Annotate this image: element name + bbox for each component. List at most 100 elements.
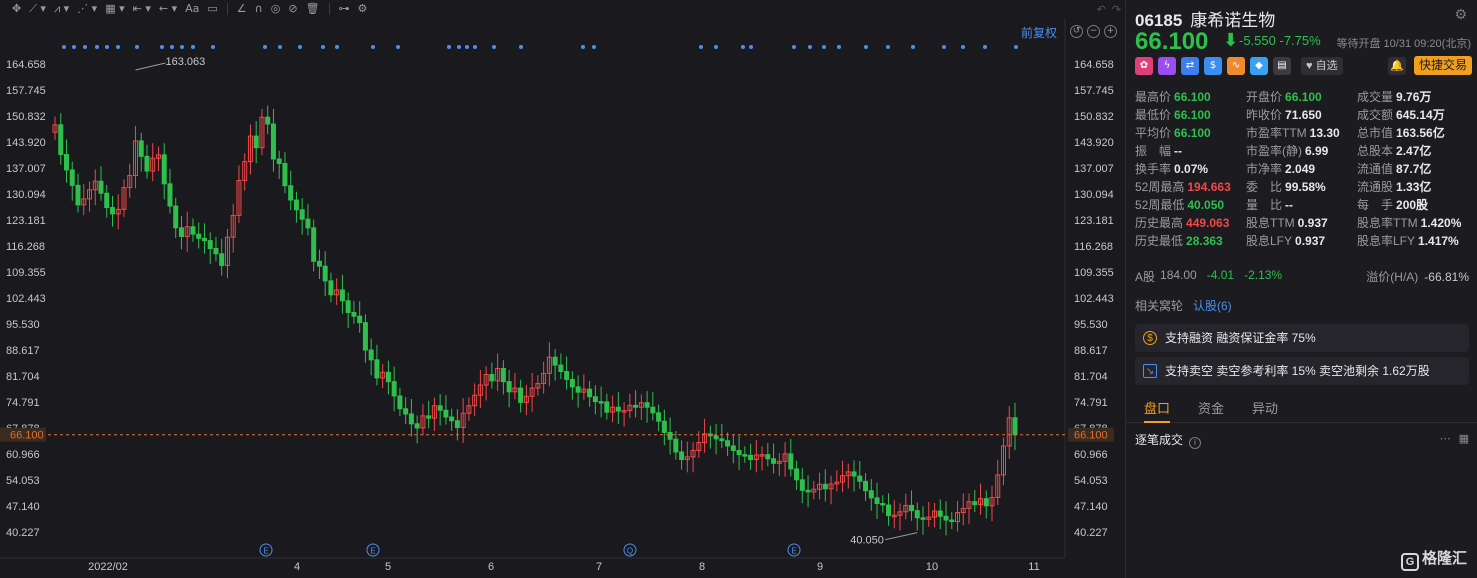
logo-icon: G <box>1400 553 1419 571</box>
gear-icon[interactable]: ⚙ <box>1454 6 1467 23</box>
candle-body <box>851 471 857 477</box>
event-dot <box>396 45 400 49</box>
event-dot <box>83 45 87 49</box>
tab-capital[interactable]: 资金 <box>1198 395 1224 422</box>
candle-body <box>794 468 800 481</box>
candle-body <box>104 192 110 209</box>
change-pct: -7.75% <box>1279 33 1321 48</box>
line-tool-icon[interactable]: ⟋ ▾ <box>25 0 50 18</box>
candle-body <box>403 408 409 415</box>
comment-tool-icon[interactable]: ▭ <box>203 0 221 18</box>
y-tick-label: 143.920 <box>1074 137 1114 149</box>
trash-icon[interactable]: 🗑 <box>302 0 324 18</box>
settings-icon[interactable]: ⚙ <box>354 0 372 18</box>
warrants-link[interactable]: 认股(6) <box>1193 299 1232 313</box>
add-favorite-button[interactable]: ♥ 自选 <box>1301 57 1343 75</box>
text-tool-icon[interactable]: Aa <box>181 0 203 18</box>
tab-orderbook[interactable]: 盘口 <box>1144 395 1171 423</box>
candle-body <box>615 406 621 412</box>
candle-body <box>569 378 575 388</box>
a-share-label: A股 <box>1135 270 1156 284</box>
grid-icon[interactable]: ▦ <box>1459 432 1469 445</box>
pen-icon[interactable]: ∠ <box>233 0 251 18</box>
candle-body <box>190 226 196 235</box>
tick-trades-title: 逐笔成交 i <box>1135 431 1202 449</box>
info-icon[interactable]: i <box>1189 437 1202 449</box>
short-card[interactable]: ↘ 支持卖空 卖空参考利率 15% 卖空池剩余 1.62万股 <box>1135 357 1469 385</box>
measure-tool-icon[interactable]: ⇤ ▾ <box>129 0 155 18</box>
y-tick-label: 88.617 <box>6 345 40 357</box>
lightning-icon[interactable]: ϟ <box>1158 57 1176 75</box>
premium: 溢价(H/A) -66.81% <box>1366 268 1469 285</box>
a-share-row[interactable]: A股 184.00 -4.01 -2.13% 溢价(H/A) -66.81% <box>1135 268 1469 285</box>
bell-icon[interactable]: 🔔 <box>1388 57 1406 75</box>
redo-icon[interactable]: ↷ <box>1112 3 1121 16</box>
fib-tool-icon[interactable]: ▦ ▾ <box>101 0 128 18</box>
tick-title-text: 逐笔成交 <box>1135 433 1184 447</box>
wave-tool-icon[interactable]: ⋰ ▾ <box>73 0 101 18</box>
y-tick-label: 123.181 <box>6 215 46 227</box>
stat-value: -- <box>1174 144 1183 158</box>
tag-icon[interactable]: ◆ <box>1250 57 1268 75</box>
dollar-icon[interactable]: $ <box>1204 57 1222 75</box>
adjust-mode-button[interactable]: 前复权 <box>1021 24 1057 41</box>
stat-value: 9.76万 <box>1396 90 1432 104</box>
y-tick-label: 95.530 <box>1074 319 1108 331</box>
stats-row: 历史最低 28.363 股息LFY 0.937 股息率LFY 1.417% <box>1135 232 1475 250</box>
more-icon[interactable]: ⋯ <box>1440 432 1451 445</box>
candle-body <box>575 386 581 393</box>
stat-value: 1.417% <box>1418 234 1459 248</box>
candle-body <box>207 240 213 250</box>
chart-icon[interactable]: ∿ <box>1227 57 1245 75</box>
change-value: -5.550 <box>1239 33 1276 48</box>
candle-body <box>345 300 351 313</box>
related-warrants: 相关窝轮 认股(6) <box>1135 297 1232 314</box>
eye-icon[interactable]: ◎ <box>267 0 285 18</box>
kline-chart[interactable]: 164.658 164.658 157.745 157.745 150.832 150.8… <box>0 18 1125 578</box>
candle-body <box>98 180 104 194</box>
candlestick-plot[interactable]: 164.658 164.658 157.745 157.745 150.832 150.8… <box>0 18 1125 578</box>
candle-body <box>351 311 357 317</box>
quick-trade-button[interactable]: 快捷交易 <box>1414 56 1473 75</box>
stat-value: 66.100 <box>1174 126 1211 140</box>
hk-icon[interactable]: ✿ <box>1135 57 1153 75</box>
stat-cell: 股息TTM 0.937 <box>1246 214 1357 232</box>
event-dot <box>1014 45 1018 49</box>
market-status: 等待开盘 10/31 09:20(北京) <box>1336 38 1472 50</box>
zoom-out-icon[interactable]: − <box>1087 25 1100 38</box>
candle-body <box>270 123 276 160</box>
margin-card[interactable]: $ 支持融资 融资保证金率 75% <box>1135 324 1469 352</box>
stats-row: 最低价 66.100 昨收价 71.650 成交额 645.14万 <box>1135 106 1475 124</box>
hide-icon[interactable]: ⊘ <box>284 0 301 18</box>
crosshair-icon[interactable]: ✥ <box>8 0 25 18</box>
link-icon[interactable]: ⊶ <box>335 0 354 18</box>
candle-body <box>58 124 64 155</box>
stats-row: 振 幅 -- 市盈率(静) 6.99 总股本 2.47亿 <box>1135 142 1475 160</box>
candle-body <box>650 406 656 414</box>
candle-body <box>368 349 374 361</box>
tab-movement[interactable]: 异动 <box>1252 395 1278 422</box>
doc-icon[interactable]: ▤ <box>1273 57 1291 75</box>
current-price-tag: 66.100 <box>1074 430 1108 442</box>
current-price-tag: 66.100 <box>10 430 44 442</box>
event-marker-label: E <box>263 547 268 556</box>
zoom-in-icon[interactable]: + <box>1104 25 1117 38</box>
candle-body <box>713 435 719 440</box>
candle-body <box>656 412 662 422</box>
reset-icon[interactable]: ↺ <box>1070 25 1083 38</box>
arrow-tool-icon[interactable]: ← ▾ <box>155 0 181 18</box>
y-tick-label: 81.704 <box>1074 371 1108 383</box>
candle-body <box>914 510 920 519</box>
candle-body <box>253 135 259 149</box>
magnet-icon[interactable]: ∩ <box>251 0 267 18</box>
event-dot <box>714 45 718 49</box>
shuffle-icon[interactable]: ⇄ <box>1181 57 1199 75</box>
y-tick-label: 130.094 <box>6 189 46 201</box>
candle-body <box>673 438 679 453</box>
event-dot <box>321 45 325 49</box>
stats-row: 平均价 66.100 市盈率TTM 13.30 总市值 163.56亿 <box>1135 124 1475 142</box>
channel-tool-icon[interactable]: ⩘ ▾ <box>50 0 73 18</box>
undo-icon[interactable]: ↶ <box>1097 3 1106 16</box>
candle-body <box>598 401 604 404</box>
tag-icons: ✿ ϟ ⇄ $ ∿ ◆ ▤ <box>1135 57 1291 75</box>
